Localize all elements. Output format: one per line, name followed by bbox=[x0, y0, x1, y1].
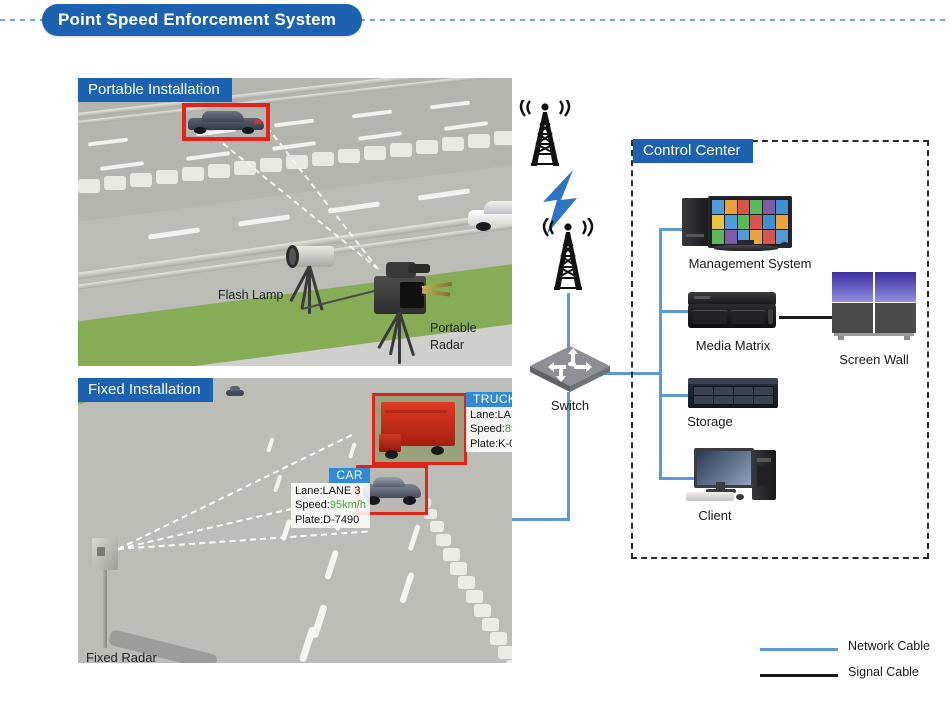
detection-speed-value: 85km/h bbox=[504, 423, 512, 436]
antenna-tower-upper bbox=[515, 97, 575, 170]
network-cable-swatch bbox=[760, 648, 838, 651]
portable-radar-label-line1: Portable bbox=[430, 321, 477, 335]
fixed-scene-label: Fixed Installation bbox=[78, 378, 213, 402]
detection-lane: Lane:LANE 3 bbox=[295, 485, 361, 498]
portable-installation-scene: Flash Lamp Portable Radar Portable Insta… bbox=[78, 78, 512, 366]
antenna-tower-lower bbox=[538, 217, 598, 296]
fixed-installation-scene: Fixed Radar TRUCK Lane:LANE 4 Speed:85km… bbox=[78, 378, 512, 663]
portable-radar-label-line2: Radar bbox=[430, 338, 465, 352]
page-title-banner: Point Speed Enforcement System bbox=[42, 4, 363, 36]
detection-type-badge: TRUCK bbox=[466, 392, 512, 408]
legend-label: Network Cable bbox=[848, 639, 930, 653]
detection-speed: Speed:85km/h bbox=[470, 422, 512, 436]
client-label: Client bbox=[698, 508, 732, 523]
storage-label: Storage bbox=[687, 414, 733, 429]
switch-label: Switch bbox=[550, 398, 590, 413]
screen-wall-label: Screen Wall bbox=[839, 352, 909, 367]
management-system-device bbox=[680, 192, 792, 254]
detection-card-car: CAR Lane:LANE 3 Speed:95km/h Plate:D-749… bbox=[291, 468, 370, 528]
control-center-label: Control Center bbox=[633, 139, 753, 163]
detection-plate: Plate:D-7490 bbox=[295, 513, 360, 526]
cable-switch-to-fixed-scene bbox=[512, 518, 570, 521]
detection-speed: Speed:95km/h bbox=[295, 499, 366, 512]
legend-item-network-cable: Network Cable bbox=[760, 637, 945, 663]
legend-item-signal-cable: Signal Cable bbox=[760, 663, 945, 689]
network-switch-device bbox=[528, 344, 612, 394]
detected-truck-thumbnail bbox=[372, 393, 467, 465]
median-barrier bbox=[78, 130, 512, 193]
client-device bbox=[686, 448, 781, 504]
media-matrix-device bbox=[688, 292, 780, 334]
page-title: Point Speed Enforcement System bbox=[58, 10, 337, 29]
detection-type-badge: CAR bbox=[329, 468, 370, 484]
flash-lamp-label: Flash Lamp bbox=[218, 288, 284, 302]
detection-speed-value: 95km/h bbox=[329, 499, 366, 512]
screen-wall-device bbox=[832, 272, 916, 340]
diagram-canvas: Point Speed Enforcement System Flash Lam… bbox=[0, 0, 950, 720]
detection-plate: Plate:K-045317 bbox=[470, 437, 512, 450]
legend-label: Signal Cable bbox=[848, 665, 919, 679]
signal-cable-swatch bbox=[760, 674, 838, 677]
cable-tower-to-switch bbox=[567, 293, 570, 348]
portable-scene-label: Portable Installation bbox=[78, 78, 232, 102]
media-matrix-label: Media Matrix bbox=[695, 338, 771, 353]
detection-card-truck: TRUCK Lane:LANE 4 Speed:85km/h Plate:K-0… bbox=[466, 392, 512, 452]
storage-device bbox=[688, 378, 780, 412]
legend: Network Cable Signal Cable bbox=[760, 637, 945, 689]
detection-lane: Lane:LANE 4 bbox=[470, 409, 512, 422]
management-system-label: Management System bbox=[688, 256, 812, 271]
fixed-radar-label: Fixed Radar bbox=[86, 650, 157, 663]
